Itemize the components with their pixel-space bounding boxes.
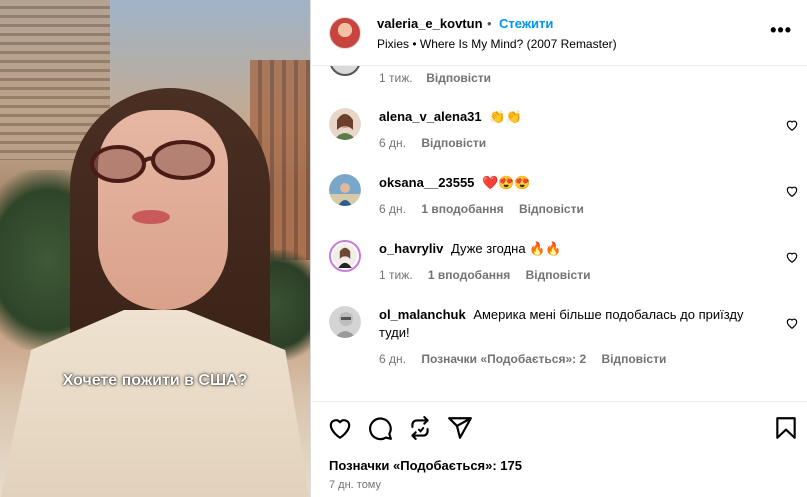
comment-time: 6 дн. <box>379 202 406 216</box>
avatar[interactable] <box>329 240 361 272</box>
bookmark-icon[interactable] <box>773 415 799 441</box>
comments-list[interactable]: 1 тиж. Відповісти alena_v_alena31 👏👏 6 д… <box>311 66 807 401</box>
comment-text: o_havryliv Дуже згодна 🔥🔥 <box>379 240 769 258</box>
likes-count[interactable]: Позначки «Подобається»: 175 <box>329 458 522 473</box>
avatar[interactable] <box>329 66 361 76</box>
post-media[interactable]: Хочете пожити в США? <box>0 0 310 497</box>
reply-button[interactable]: Відповісти <box>426 71 491 85</box>
comment-username[interactable]: alena_v_alena31 <box>379 109 482 124</box>
comment-time: 1 тиж. <box>379 268 413 282</box>
author-avatar[interactable] <box>329 17 361 49</box>
comment-username[interactable]: ol_malanchuk <box>379 307 466 322</box>
send-icon[interactable] <box>447 415 473 441</box>
follow-button[interactable]: Стежити <box>499 16 553 31</box>
comment-meta: 1 тиж. 1 вподобання Відповісти <box>379 268 602 282</box>
reply-button[interactable]: Відповісти <box>519 202 584 216</box>
heart-icon[interactable] <box>327 415 353 441</box>
heart-icon[interactable] <box>785 118 799 132</box>
post-header: valeria_e_kovtun • Стежити Pixies • Wher… <box>311 0 807 66</box>
comment-like-count[interactable]: Позначки «Подобається»: 2 <box>421 352 586 366</box>
heart-icon[interactable] <box>785 250 799 264</box>
comment-meta: 6 дн. 1 вподобання Відповісти <box>379 202 596 216</box>
media-caption-overlay: Хочете пожити в США? <box>62 372 248 389</box>
comment-time: 1 тиж. <box>379 71 413 85</box>
reply-button[interactable]: Відповісти <box>526 268 591 282</box>
comment-content: ❤️😍😍 <box>482 175 531 190</box>
reply-button[interactable]: Відповісти <box>601 352 666 366</box>
comment-like-count[interactable]: 1 вподобання <box>421 202 503 216</box>
comment-text: ol_malanchuk Америка мені більше подобал… <box>379 306 769 342</box>
comment-username[interactable]: o_havryliv <box>379 241 443 256</box>
comment-meta: 6 дн. Відповісти <box>379 136 498 150</box>
comment-content: Дуже згодна 🔥🔥 <box>450 241 562 256</box>
audio-track-link[interactable]: Pixies • Where Is My Mind? (2007 Remaste… <box>377 37 617 51</box>
more-options-icon[interactable]: ••• <box>770 20 792 41</box>
media-sunglasses <box>90 140 215 183</box>
repost-icon[interactable] <box>407 415 433 441</box>
comment-like-count[interactable]: 1 вподобання <box>428 268 510 282</box>
avatar[interactable] <box>329 108 361 140</box>
avatar[interactable] <box>329 174 361 206</box>
comment-time: 6 дн. <box>379 136 406 150</box>
comment-username[interactable]: oksana__23555 <box>379 175 474 190</box>
media-lips <box>132 210 170 224</box>
reply-button[interactable]: Відповісти <box>421 136 486 150</box>
comment-icon[interactable] <box>367 415 393 441</box>
comment-text: oksana__23555 ❤️😍😍 <box>379 174 769 192</box>
post-side-panel: valeria_e_kovtun • Стежити Pixies • Wher… <box>310 0 807 497</box>
comment-meta: 6 дн. Позначки «Подобається»: 2 Відповіс… <box>379 352 678 366</box>
avatar[interactable] <box>329 306 361 338</box>
comment-time: 6 дн. <box>379 352 406 366</box>
post-time[interactable]: 7 дн. тому <box>329 479 381 491</box>
heart-icon[interactable] <box>785 316 799 330</box>
author-username[interactable]: valeria_e_kovtun <box>377 16 483 31</box>
header-separator: • <box>487 16 492 31</box>
comment-text: alena_v_alena31 👏👏 <box>379 108 769 126</box>
comment-content: 👏👏 <box>489 109 522 124</box>
post-actions-bar: Позначки «Подобається»: 175 7 дн. тому <box>311 401 807 497</box>
heart-icon[interactable] <box>785 184 799 198</box>
comment-meta: 1 тиж. Відповісти <box>379 70 491 85</box>
